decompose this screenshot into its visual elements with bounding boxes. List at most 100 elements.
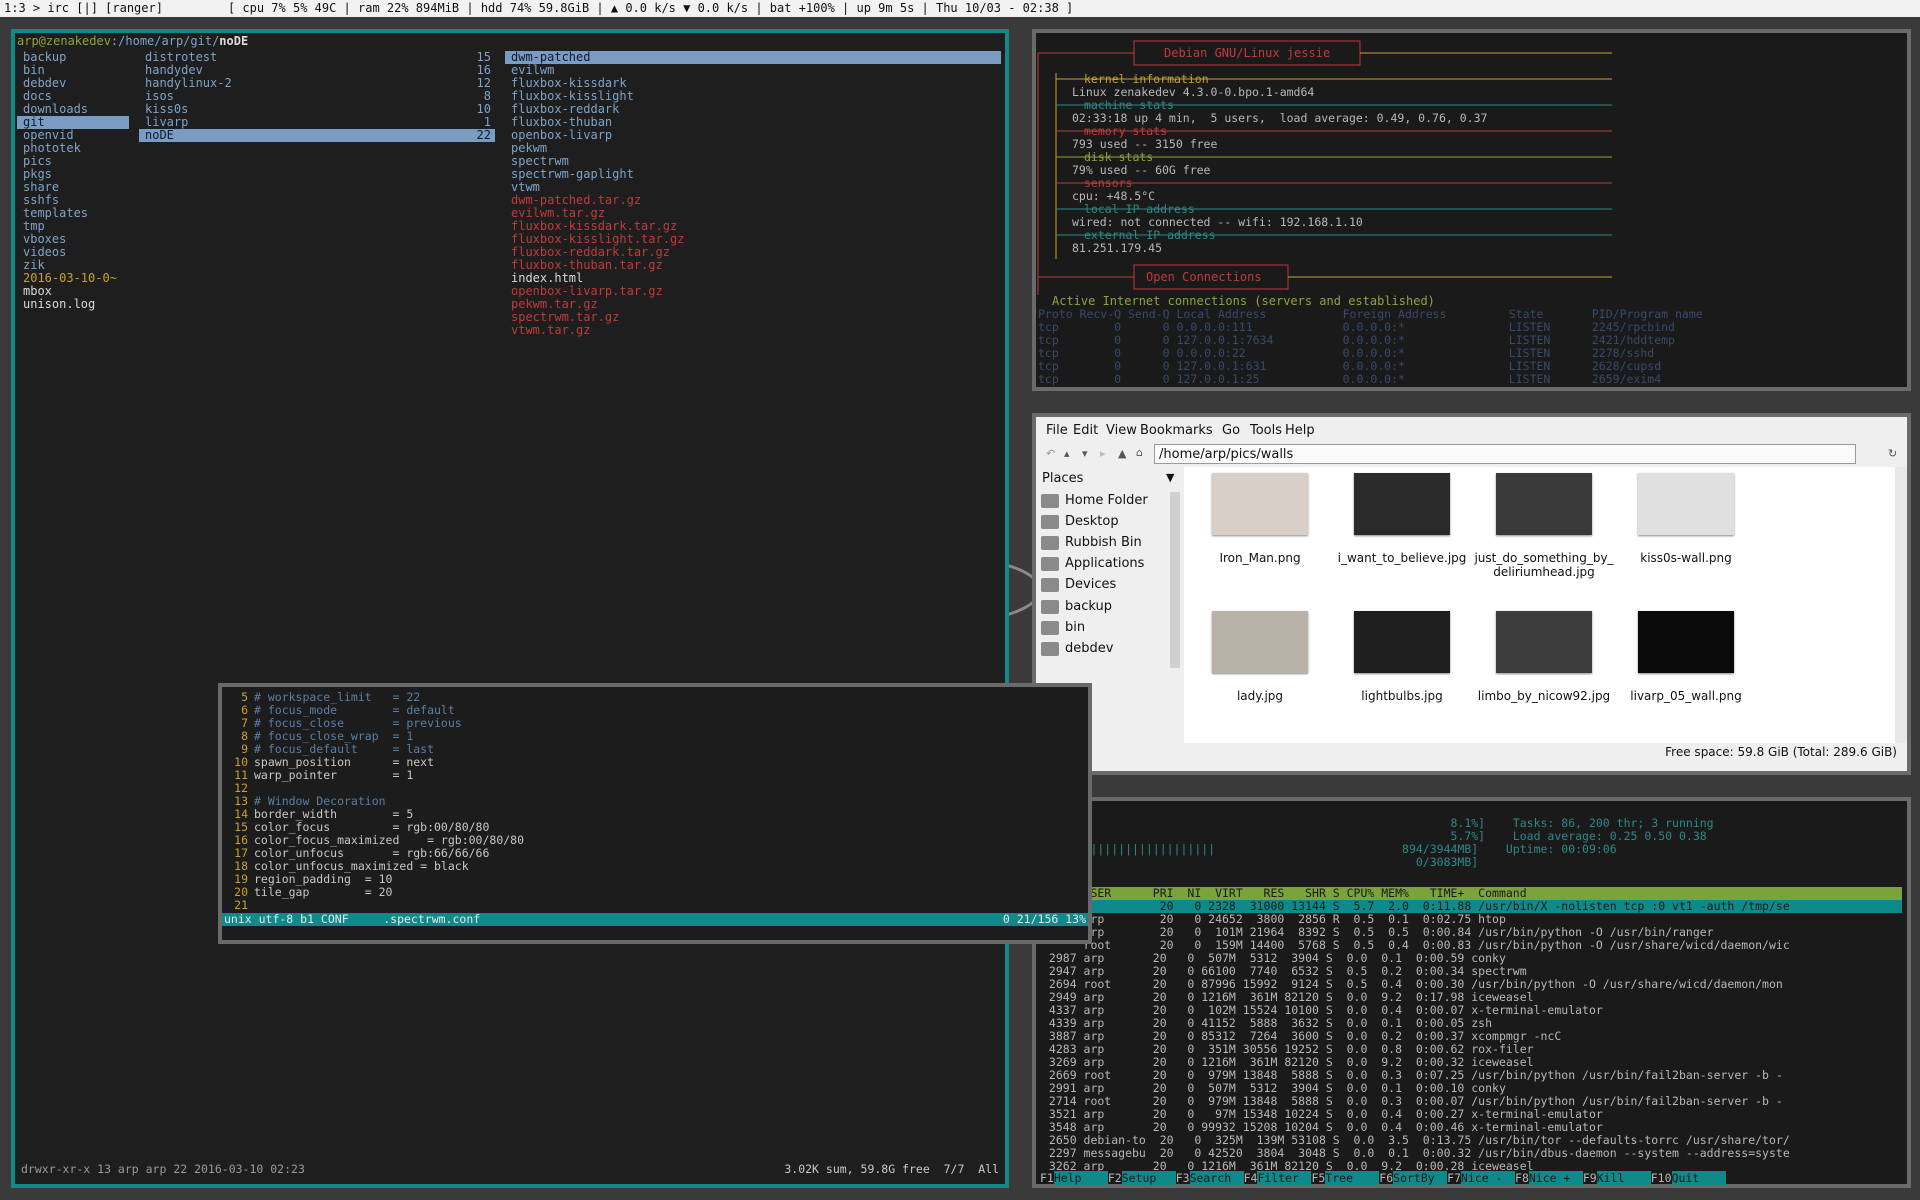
file-name[interactable]: kiss0s-wall.png	[1616, 551, 1756, 565]
rubbish-bin-icon	[1041, 535, 1059, 550]
menu-item-edit[interactable]: Edit	[1073, 423, 1098, 438]
sidebar-item-desktop[interactable]: Desktop	[1041, 512, 1119, 532]
fkey-label[interactable]: Filter	[1257, 1171, 1312, 1185]
sidebar-item-devices[interactable]: Devices	[1041, 575, 1116, 595]
file-thumbnail[interactable]	[1496, 473, 1592, 535]
fkey-f2[interactable]: F2	[1108, 1171, 1122, 1185]
ranger-entry[interactable]: kiss0s 10	[139, 103, 495, 116]
file-name[interactable]: lightbulbs.jpg	[1332, 689, 1472, 703]
htop-terminal[interactable]: 8.1%] Tasks: 86, 200 thr; 3 running 5.7%…	[1032, 797, 1911, 1188]
menu-item-help[interactable]: Help	[1285, 423, 1315, 438]
ranger-entry[interactable]: noDE 22	[139, 129, 495, 142]
thunar-icon-view[interactable]: Iron_Man.png i_want_to_believe.jpg just_do…	[1184, 467, 1895, 743]
menu-item-view[interactable]: View	[1106, 423, 1137, 438]
fkey-label[interactable]: Nice -	[1461, 1171, 1516, 1185]
fkey-label[interactable]: Setup	[1121, 1171, 1176, 1185]
file-name[interactable]: lady.jpg	[1190, 689, 1330, 703]
file-name[interactable]: i_want_to_believe.jpg	[1332, 551, 1472, 565]
conky-extip: 81.251.179.45	[1072, 241, 1163, 255]
line-text: # workspace_limit = 22	[254, 690, 421, 704]
file-thumbnail[interactable]	[1354, 473, 1450, 535]
reload-icon[interactable]: ↻	[1888, 447, 1897, 460]
ranger-preview-column: dwm-patched evilwm fluxbox-kissdark fluxbox…	[505, 51, 1001, 337]
next-icon[interactable]: ▾	[1082, 447, 1088, 460]
ranger-entry[interactable]: unison.log	[17, 298, 129, 311]
file-thumbnail[interactable]	[1354, 611, 1450, 673]
ranger-entry[interactable]: spectrwm-gaplight	[505, 168, 1001, 181]
sidebar-item-home-folder[interactable]: Home Folder	[1041, 491, 1148, 511]
sidebar-item-debdev[interactable]: debdev	[1041, 639, 1113, 659]
folder-icon	[1041, 599, 1059, 614]
ranger-entry[interactable]: pekwm	[505, 142, 1001, 155]
fkey-label[interactable]: SortBy	[1393, 1171, 1448, 1185]
file-name[interactable]: limbo_by_nicow92.jpg	[1474, 689, 1614, 703]
fkey-label[interactable]: Tree	[1325, 1171, 1380, 1185]
vim-terminal[interactable]: 5 # workspace_limit = 22 6 # focus_mode = d…	[218, 683, 1092, 944]
forward-icon[interactable]: ▸	[1100, 447, 1106, 460]
ranger-entry[interactable]: isos 8	[139, 90, 495, 103]
fkey-f10[interactable]: F10	[1651, 1171, 1672, 1185]
ranger-entry[interactable]: handylinux-2 12	[139, 77, 495, 90]
line-number: 21	[234, 898, 248, 912]
home-icon[interactable]: ⌂	[1136, 446, 1143, 459]
thunar-window[interactable]: File Edit View Bookmarks Go Tools Help ↶ ▴ ▾ ▸…	[1032, 413, 1911, 775]
fkey-f6[interactable]: F6	[1379, 1171, 1393, 1185]
fkey-label[interactable]: Quit	[1671, 1171, 1726, 1185]
file-thumbnail[interactable]	[1212, 611, 1308, 673]
fkey-label[interactable]: Help	[1053, 1171, 1108, 1185]
up-icon[interactable]: ▲	[1118, 447, 1126, 460]
sidebar-item-label: Home Folder	[1065, 493, 1148, 508]
fkey-label[interactable]: Kill	[1596, 1171, 1651, 1185]
ranger-terminal[interactable]: arp@zenakedev:/home/arp/git/noDE backup b…	[11, 29, 1009, 1188]
menu-item-bookmarks[interactable]: Bookmarks	[1140, 423, 1213, 438]
ranger-current-column: distrotest 15 handydev 16 handylinux-2 12 isos…	[139, 51, 495, 142]
sidebar-item-applications[interactable]: Applications	[1041, 554, 1144, 574]
ranger-entry[interactable]: vtwm.tar.gz	[505, 324, 1001, 337]
htop-meter: 0/3083MB]	[1042, 855, 1479, 869]
netstat-row: tcp 0 0 127.0.0.1:25 0.0.0.0:* LISTEN 26…	[1038, 372, 1662, 386]
file-thumbnail[interactable]	[1638, 473, 1734, 535]
ranger-entry[interactable]: livarp 1	[139, 116, 495, 129]
fkey-f7[interactable]: F7	[1447, 1171, 1461, 1185]
sidebar-item-label: Desktop	[1065, 514, 1119, 529]
fkey-f3[interactable]: F3	[1176, 1171, 1190, 1185]
devices-icon	[1041, 577, 1059, 592]
line-text: # focus_close = previous	[254, 716, 462, 730]
previous-icon[interactable]: ▴	[1064, 447, 1070, 460]
vim-line: 11 warp_pointer = 1	[228, 769, 413, 782]
folder-icon	[1041, 641, 1059, 656]
fkey-label[interactable]: Search	[1189, 1171, 1244, 1185]
sidebar-item-backup[interactable]: backup	[1041, 597, 1112, 617]
file-thumbnail[interactable]	[1638, 611, 1734, 673]
sidepane-scrollbar[interactable]	[1170, 492, 1180, 668]
file-thumbnail[interactable]	[1496, 611, 1592, 673]
file-name[interactable]: livarp_05_wall.png	[1616, 689, 1756, 703]
fkey-f5[interactable]: F5	[1311, 1171, 1325, 1185]
menu-item-file[interactable]: File	[1046, 423, 1068, 438]
iconview-scrollbar[interactable]	[1895, 467, 1907, 743]
ranger-status-right: 3.02K sum, 59.8G free 7/7 All	[784, 1162, 999, 1176]
menu-item-tools[interactable]: Tools	[1250, 423, 1282, 438]
sidebar-item-label: bin	[1065, 620, 1086, 635]
file-name[interactable]: just_do_something_by_ deliriumhead.jpg	[1474, 551, 1614, 579]
line-text: # focus_close_wrap = 1	[254, 729, 414, 743]
line-text: color_focus = rgb:00/80/80	[254, 820, 490, 834]
fkey-f1[interactable]: F1	[1040, 1171, 1054, 1185]
sidebar-item-label: Rubbish Bin	[1065, 535, 1142, 550]
ranger-entry[interactable]: openbox-livarp	[505, 129, 1001, 142]
file-thumbnail[interactable]	[1212, 473, 1308, 535]
sidebar-item-rubbish-bin[interactable]: Rubbish Bin	[1041, 533, 1142, 553]
file-name[interactable]: Iron_Man.png	[1190, 551, 1330, 565]
fkey-f9[interactable]: F9	[1583, 1171, 1597, 1185]
ranger-entry[interactable]: dwm-patched	[505, 51, 1001, 64]
fkey-label[interactable]: Nice +	[1528, 1171, 1583, 1185]
menu-item-go[interactable]: Go	[1222, 423, 1240, 438]
location-bar[interactable]: /home/arp/pics/walls	[1154, 444, 1856, 464]
fkey-f8[interactable]: F8	[1515, 1171, 1529, 1185]
sidebar-item-bin[interactable]: bin	[1041, 618, 1085, 638]
back-icon[interactable]: ↶	[1046, 447, 1055, 460]
places-dropdown-icon[interactable]: ▼	[1166, 471, 1174, 484]
fkey-f4[interactable]: F4	[1244, 1171, 1258, 1185]
ranger-status-left: drwxr-xr-x 13 arp arp 22 2016-03-10 02:2…	[21, 1162, 305, 1176]
htop-function-keys: F1Help F2Setup F3Search F4Filter F5Tree F6Sor…	[1040, 1171, 1726, 1185]
